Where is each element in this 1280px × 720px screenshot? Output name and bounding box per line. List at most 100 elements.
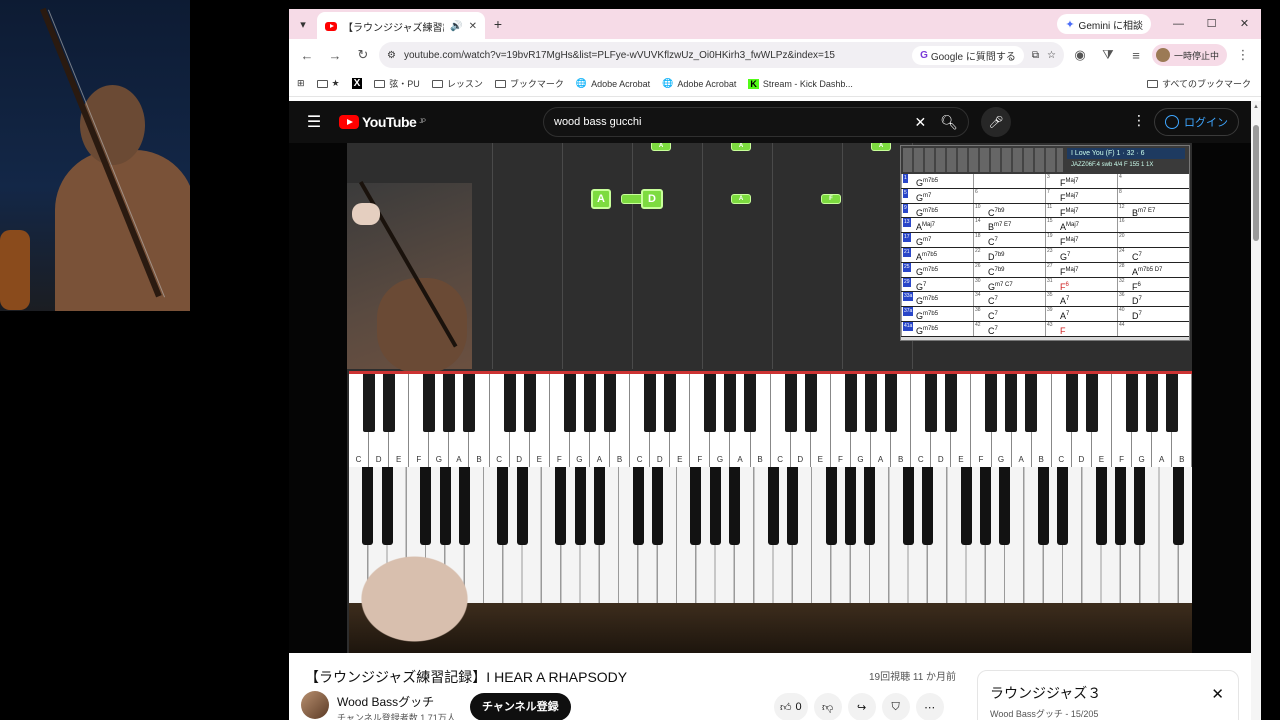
search-input[interactable]: wood bass gucchi xyxy=(554,116,914,128)
back-icon[interactable]: ← xyxy=(295,43,319,67)
black-key xyxy=(744,374,757,432)
bookmark-item-strings[interactable]: 弦・PU xyxy=(374,77,420,90)
search-icon[interactable]: 🔍︎ xyxy=(940,114,958,131)
scroll-up-icon[interactable]: ▲ xyxy=(1253,104,1259,110)
black-key xyxy=(1065,374,1078,432)
action-buttons: 👍︎ 0 👎︎ ↪ ⛉ ⋯ xyxy=(774,693,944,720)
key-label: E xyxy=(958,455,964,464)
dislike-button[interactable]: 👎︎ xyxy=(813,693,842,720)
toolbar-buttons xyxy=(903,148,1063,172)
youtube-logo[interactable]: YouTube JP xyxy=(339,114,426,130)
login-button[interactable]: ログイン xyxy=(1154,108,1239,136)
like-button[interactable]: 👍︎ 0 xyxy=(774,693,808,720)
real-black-key xyxy=(497,467,509,545)
chord-quality: 7 xyxy=(1138,296,1142,303)
key-label: C xyxy=(1058,455,1065,464)
subscribe-button[interactable]: チャンネル登録 xyxy=(470,693,571,720)
real-black-key xyxy=(999,467,1011,545)
bookmark-item-kick[interactable]: K Stream - Kick Dashb... xyxy=(748,78,853,89)
black-key xyxy=(383,374,396,432)
bookmark-star-icon[interactable]: ☆ xyxy=(1047,50,1056,61)
video-frame[interactable]: A A A A D A F I Love You (F) 1 · 32 · 6 … xyxy=(347,143,1193,653)
all-bookmarks[interactable]: すべてのブックマーク xyxy=(1146,77,1251,90)
bookmark-item-acrobat-1[interactable]: 🌐 Adobe Acrobat xyxy=(576,78,650,89)
real-black-key xyxy=(729,467,740,545)
close-playlist-icon[interactable]: ✕ xyxy=(1211,685,1224,703)
speaker-icon[interactable]: 🔊 xyxy=(450,21,462,32)
tab-search-button[interactable]: ▾ xyxy=(289,9,317,39)
install-icon[interactable]: ⧉ xyxy=(1032,50,1039,61)
voice-search-icon[interactable]: 🎤︎ xyxy=(981,107,1011,137)
bar-number: 5 xyxy=(903,188,908,198)
extension-circle-icon[interactable]: ◉ xyxy=(1068,43,1092,67)
bar-number: 12 xyxy=(1119,203,1125,210)
bookmark-item-x[interactable]: X xyxy=(351,78,363,89)
site-info-icon[interactable]: ⚙ xyxy=(387,50,396,61)
key-label: B xyxy=(1179,455,1185,464)
chord-cell: 38 C7 xyxy=(973,307,1045,321)
hamburger-menu-icon[interactable]: ☰ xyxy=(299,112,329,132)
profile-button[interactable]: 一時停止中 xyxy=(1151,44,1227,66)
bar-number: 24 xyxy=(1119,247,1125,254)
extensions-puzzle-icon[interactable]: ⧩ xyxy=(1096,43,1120,67)
chord-quality: m7 E7 xyxy=(1138,207,1156,214)
playlist-title[interactable]: ラウンジジャズ３ xyxy=(990,683,1101,703)
chord-row: 29 G7 30 Gm7 C7 31 F6 32 F6 xyxy=(901,277,1189,293)
key-label: F xyxy=(556,455,562,464)
chrome-menu-icon[interactable]: ⋮ xyxy=(1231,43,1255,67)
clear-search-icon[interactable]: ✕ xyxy=(914,114,926,131)
bookmarks-bar: ⊞ ★ X 弦・PU レッスン ブックマーク 🌐 Adobe Acrobat 🌐 A… xyxy=(289,71,1261,97)
channel-name[interactable]: Wood Bassグッチ xyxy=(337,693,434,710)
chord-quality: m7b5 xyxy=(923,266,939,273)
ask-google-button[interactable]: G Google に質問する xyxy=(912,45,1024,65)
bookmark-label: Adobe Acrobat xyxy=(591,78,651,89)
apps-grid-icon[interactable]: ⊞ xyxy=(297,78,305,89)
key-label: B xyxy=(897,455,904,464)
song-title: I Love You (F) 1 · 32 · 6 xyxy=(1067,148,1185,159)
close-window-icon[interactable]: ✕ xyxy=(1228,9,1261,39)
video-player[interactable]: A A A A D A F I Love You (F) 1 · 32 · 6 … xyxy=(289,143,1251,653)
thumbs-down-icon: 👎︎ xyxy=(822,701,834,714)
chord-cell: 32 F6 xyxy=(1117,277,1189,292)
forward-icon[interactable]: → xyxy=(323,43,347,67)
youtube-page: ☰ YouTube JP wood bass gucchi ✕ 🔍︎ 🎤︎ ⋮ ロ… xyxy=(289,101,1251,720)
chord-cell: 18 C7 xyxy=(973,233,1045,247)
more-actions-button[interactable]: ⋯ xyxy=(915,693,944,720)
save-button[interactable]: ⛉ xyxy=(881,693,910,720)
minimize-icon[interactable]: — xyxy=(1162,9,1195,39)
settings-kebab-icon[interactable]: ⋮ xyxy=(1132,112,1146,129)
google-lens-icon: G xyxy=(920,49,928,61)
bookmark-item-star[interactable]: ★ xyxy=(316,78,340,89)
bookmark-item-lesson[interactable]: レッスン xyxy=(431,77,483,90)
chord-cell: 3 FMaj7 xyxy=(1045,174,1117,188)
tab-close-icon[interactable]: ✕ xyxy=(469,21,477,32)
media-icon[interactable]: ≡ xyxy=(1124,43,1148,67)
url-text[interactable]: youtube.com/watch?v=19bvR17MgHs&list=PLF… xyxy=(404,50,904,61)
chord-cell: 34 C7 xyxy=(973,292,1045,307)
tab-active[interactable]: 【ラウンジジャズ練習記録】I HE 🔊 ✕ xyxy=(317,12,485,40)
key-label: F xyxy=(697,455,703,464)
bookmark-item-bookmark[interactable]: ブックマーク xyxy=(494,77,564,90)
chord-quality: Maj7 xyxy=(1065,192,1079,199)
channel-avatar[interactable] xyxy=(301,691,329,719)
real-black-key xyxy=(1037,467,1049,545)
video-title: 【ラウンジジャズ練習記録】I HEAR A RHAPSODY xyxy=(305,669,628,685)
scrollbar-thumb[interactable] xyxy=(1253,125,1259,241)
real-black-key xyxy=(1115,467,1126,545)
maximize-icon[interactable]: ☐ xyxy=(1195,9,1228,39)
chord-cell: 10 C7b9 xyxy=(973,203,1045,218)
key-label: E xyxy=(536,455,542,464)
bookmark-item-acrobat-2[interactable]: 🌐 Adobe Acrobat xyxy=(662,78,736,89)
chord-quality: m7 C7 xyxy=(995,281,1013,288)
omnibox[interactable]: ⚙ youtube.com/watch?v=19bvR17MgHs&list=P… xyxy=(379,42,1064,68)
search-box[interactable]: wood bass gucchi ✕ 🔍︎ xyxy=(543,107,969,137)
reload-icon[interactable]: ↻ xyxy=(351,43,375,67)
page-scrollbar[interactable]: ▲ xyxy=(1251,101,1261,720)
bar-number: 8 xyxy=(1119,188,1122,195)
bar-number: 9 xyxy=(903,203,908,213)
share-button[interactable]: ↪ xyxy=(847,693,876,720)
key-label: G xyxy=(857,455,864,464)
new-tab-button[interactable]: + xyxy=(485,16,511,32)
gemini-button[interactable]: ✦ Gemini に相談 xyxy=(1057,14,1151,34)
chord-quality: 6 xyxy=(1137,281,1141,288)
